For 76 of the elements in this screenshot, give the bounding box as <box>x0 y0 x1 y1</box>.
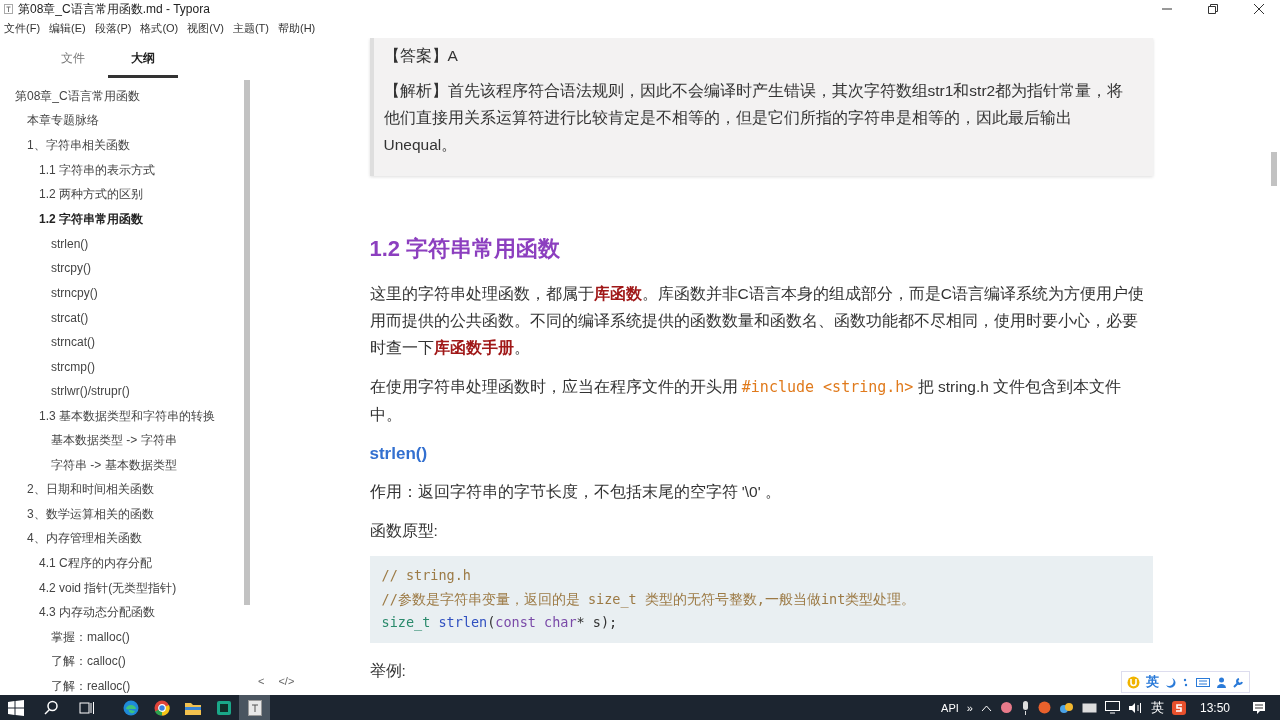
paragraph: 举例: <box>369 660 406 681</box>
menu-item[interactable]: 文件(F) <box>4 20 41 36</box>
outline-item[interactable]: 1.2 字符串常用函数 <box>39 210 143 228</box>
browser-icon <box>122 699 139 716</box>
app-icon <box>4 4 13 14</box>
outline-item[interactable]: strlen() <box>51 236 89 251</box>
outline-item[interactable]: 4、内存管理相关函数 <box>27 530 142 548</box>
source-code-button[interactable]: </> <box>278 675 295 687</box>
collapse-sidebar-button[interactable]: < <box>258 675 265 687</box>
menu-item[interactable]: 视图(V) <box>187 20 224 36</box>
overflow-chevron[interactable]: » <box>966 701 973 714</box>
browser-icon <box>153 699 170 716</box>
ime-mode-label[interactable]: 英 <box>1146 673 1159 691</box>
menu-item[interactable]: 主题(T) <box>232 20 269 36</box>
menu-item[interactable]: 帮助(H) <box>278 20 316 36</box>
terminal-icon <box>215 699 232 716</box>
outline-item[interactable]: 本章专题脉络 <box>27 112 99 130</box>
outline-item[interactable]: 基本数据类型 -> 字符串 <box>51 432 177 450</box>
paragraph: 这里的字符串处理函数，都属于库函数。库函数并非C语言本身的组成部分，而是C语言编译系统为方便用户使用而提供的公共函数。不同的编译系统提供的函数数量和函数名、函数功能都不尽相同，使用时要小心，必要时查一下库函数手册。 <box>369 284 1145 358</box>
outline-item[interactable]: 1.1 字符串的表示方式 <box>39 161 155 179</box>
code-line: //参数是字符串变量，返回的是 size_t 类型的无符号整数,一般当做int类型处理。 <box>381 589 917 610</box>
outline-item[interactable]: 1.2 两种方式的区别 <box>39 186 143 204</box>
outline-item[interactable]: strcat() <box>51 310 89 325</box>
search-icon[interactable] <box>44 700 59 715</box>
outline-item[interactable]: 4.1 C程序的内存分配 <box>39 555 152 573</box>
outline-item[interactable]: 4.3 内存动态分配函数 <box>39 604 155 622</box>
moon-icon[interactable] <box>1165 676 1176 688</box>
outline-item[interactable]: 2、日期和时间相关函数 <box>27 481 154 499</box>
taskbar-app[interactable] <box>239 695 270 720</box>
document-icon <box>247 699 262 716</box>
outline-item[interactable]: 第08章_C语言常用函数 <box>15 87 140 105</box>
sidebar-tab[interactable]: 大纲 <box>108 38 178 78</box>
outline-item[interactable]: 掌握：malloc() <box>51 628 130 646</box>
outline-item[interactable]: strlwr()/strupr() <box>51 384 130 399</box>
outline-item[interactable]: strcpy() <box>51 261 91 276</box>
paragraph: 函数原型: <box>369 521 439 541</box>
wrench-icon[interactable] <box>1233 676 1244 688</box>
section-heading: 1.2 字符串常用函数 <box>369 235 562 263</box>
tray-label[interactable]: API <box>941 701 959 714</box>
subsection-heading: strlen() <box>369 444 429 464</box>
menu-item[interactable]: 段落(P) <box>94 20 132 36</box>
clock[interactable]: 13:50 <box>1199 700 1230 715</box>
windows-start-icon[interactable] <box>8 699 24 716</box>
blockquote-text: 【解析】首先该程序符合语法规则，因此不会编译时产生错误，其次字符数组str1和str2都为指针常量，将他们直接用关系运算符进行比较肯定是不相等的，但是它们所指的字符串是相等的，因此最后输出Unequal。 <box>383 81 1125 155</box>
blockquote-text: 【答案】A <box>383 46 459 66</box>
outline-item[interactable]: strncpy() <box>51 286 98 301</box>
code-line: // string.h <box>381 566 472 585</box>
sidebar-tab[interactable]: 文件 <box>38 38 108 80</box>
notification-icon[interactable] <box>1252 700 1266 715</box>
window-title: 第08章_C语言常用函数.md - Typora <box>18 0 210 18</box>
code-line: size_t strlen(const char* s); <box>381 613 619 633</box>
s-logo-icon[interactable] <box>1171 700 1186 715</box>
outline-item[interactable]: strcmp() <box>51 359 95 374</box>
outline-item[interactable]: 1.3 基本数据类型和字符串的转换 <box>39 407 215 425</box>
menu-item[interactable]: 格式(O) <box>140 20 179 36</box>
close-icon[interactable] <box>1254 4 1264 14</box>
input-language[interactable]: 英 <box>1150 698 1164 717</box>
menu-item[interactable]: 编辑(E) <box>49 20 86 36</box>
outline-item[interactable]: 了解：realloc() <box>51 678 131 695</box>
punctuation-icon[interactable] <box>1182 676 1190 688</box>
user-icon[interactable] <box>1216 676 1227 688</box>
microphone-icon[interactable] <box>1020 700 1030 715</box>
outline-item[interactable]: strncat() <box>51 335 95 350</box>
task-view-icon[interactable] <box>79 700 95 715</box>
outline-item[interactable]: 3、数学运算相关的函数 <box>27 505 154 523</box>
maximize-icon[interactable] <box>1208 4 1218 14</box>
outline-item[interactable]: 1、字符串相关函数 <box>27 137 130 154</box>
speaker-icon[interactable] <box>1127 701 1143 714</box>
outline-item[interactable]: 4.2 void 指针(无类型指针) <box>39 579 177 597</box>
folder-icon <box>184 700 201 715</box>
paragraph: 作用：返回字符串的字节长度，不包括末尾的空字符 '\0' 。 <box>369 482 782 502</box>
outline-item[interactable]: 了解：calloc() <box>51 653 126 671</box>
chevron-up-icon[interactable] <box>980 703 992 712</box>
round-app-icon[interactable] <box>1037 701 1051 714</box>
paragraph: 在使用字符串处理函数时，应当在程序文件的开头用 #include <string.h> 把 string.h 文件包含到本文件中。 <box>369 377 1123 425</box>
outline-item[interactable]: 字符串 -> 基本数据类型 <box>51 456 177 474</box>
